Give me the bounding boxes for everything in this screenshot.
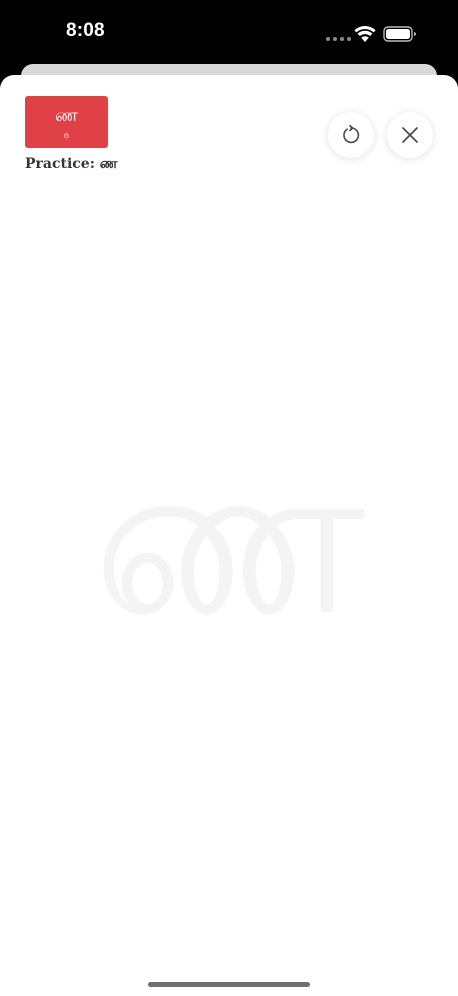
battery-icon — [383, 26, 416, 42]
close-button[interactable] — [387, 112, 433, 158]
reset-button[interactable] — [328, 112, 374, 158]
practice-label: Practice: ண — [25, 156, 118, 172]
tracing-guide-letter[interactable]: ண — [0, 423, 458, 653]
status-time: 8:08 — [66, 20, 105, 41]
letter-card: ண ṇ — [25, 96, 108, 148]
signal-dots-icon — [326, 37, 351, 41]
status-bar: 8:08 — [0, 0, 458, 68]
wifi-icon — [354, 26, 376, 42]
practice-sheet: ண ṇ Practice: ண ண — [0, 75, 458, 996]
home-indicator — [148, 982, 310, 987]
letter-card-transliteration: ṇ — [63, 131, 70, 140]
close-icon — [402, 127, 418, 143]
letter-card-letter: ண — [55, 105, 78, 126]
reset-icon — [343, 125, 360, 144]
